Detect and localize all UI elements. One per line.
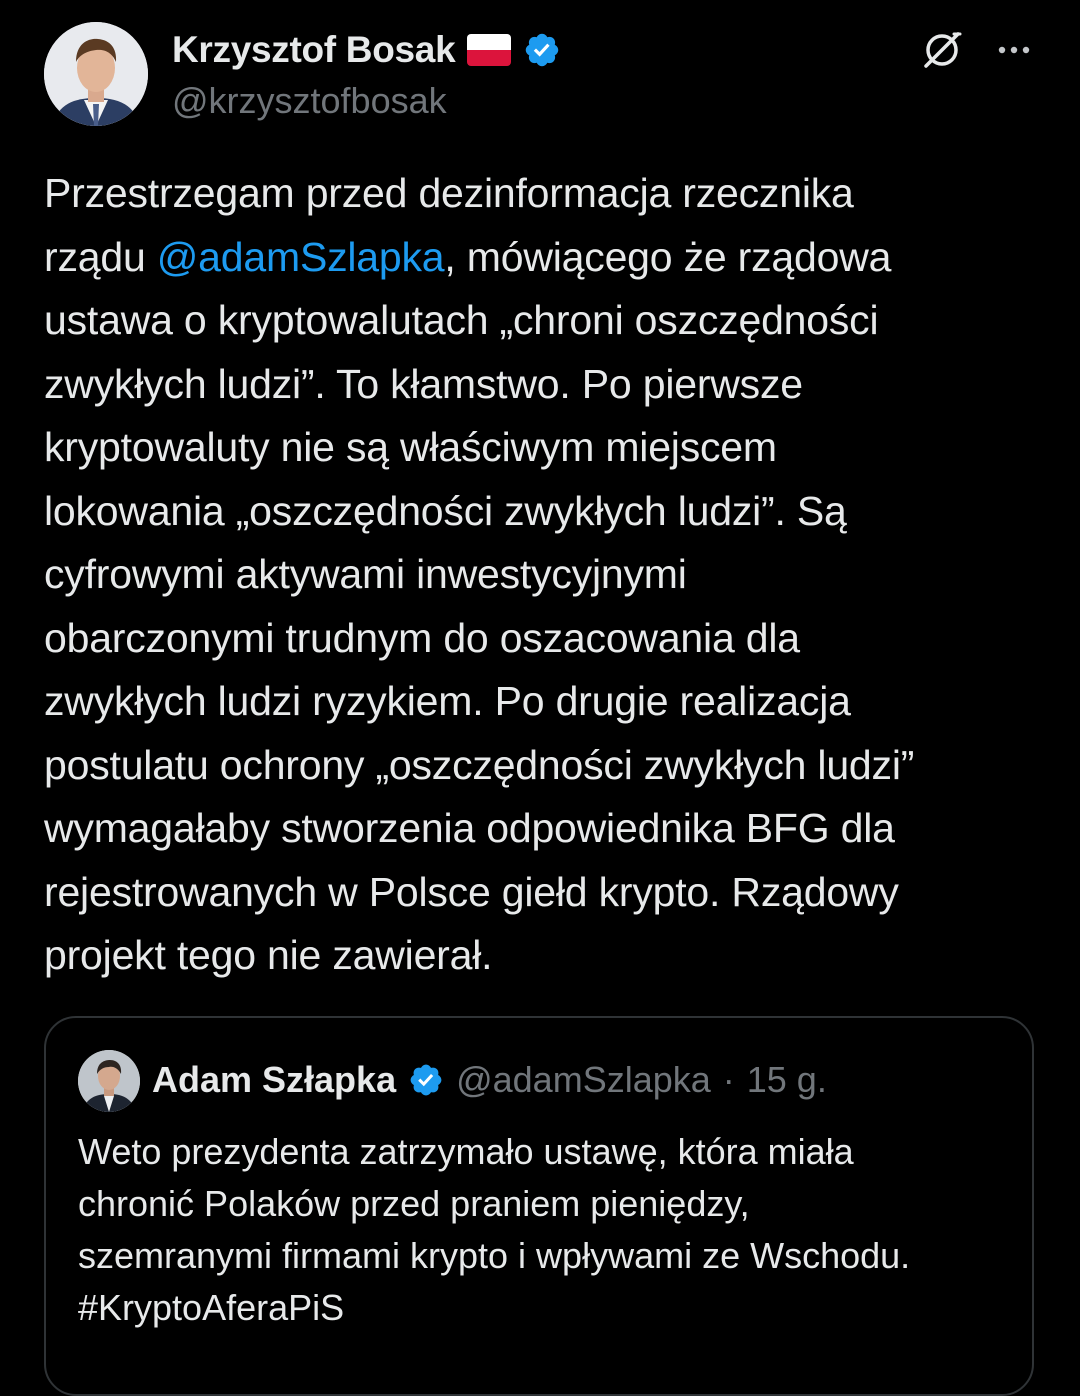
verified-badge-icon[interactable] <box>523 31 561 69</box>
post-text-line: lokowania „oszczędności zwykłych ludzi”.… <box>44 487 847 534</box>
quoted-text-line: chronić Polaków przed praniem pieniędzy, <box>78 1183 750 1224</box>
post-text-line: ustawa o kryptowalutach „chroni oszczędn… <box>44 297 879 343</box>
separator-dot: · <box>722 1059 735 1100</box>
poland-flag-icon <box>467 34 512 66</box>
author-handle[interactable]: @krzysztofbosak <box>172 80 447 122</box>
post-text-line: rządu @adamSzlapka, mówiącego że rządowa <box>44 226 1054 290</box>
verified-badge-icon[interactable] <box>408 1062 444 1098</box>
mention-link[interactable]: @adamSzlapka <box>157 234 445 280</box>
more-horizontal-icon[interactable] <box>992 28 1036 72</box>
post-text-line: projekt tego nie zawierał. <box>44 932 493 978</box>
post-text-line: obarczonymi trudnym do oszacowania dla <box>44 614 800 661</box>
quoted-post-text: Weto prezydenta zatrzymało ustawę, która… <box>78 1126 1018 1334</box>
post-text-line: Przestrzegam przed dezinformacja rzeczni… <box>44 170 854 216</box>
hashtag-link[interactable]: #KryptoAferaPiS <box>78 1282 1018 1334</box>
author-display-name[interactable]: Krzysztof Bosak <box>172 29 456 71</box>
quoted-author-avatar[interactable] <box>78 1050 140 1112</box>
post-text-segment: , mówiącego że rządowa <box>444 233 892 280</box>
post-text-line: postulatu ochrony „oszczędności zwykłych… <box>44 741 915 788</box>
post-text-line: zwykłych ludzi”. To kłamstwo. Po pierwsz… <box>44 360 803 407</box>
quoted-author-name[interactable]: Adam Szłapka <box>152 1059 396 1101</box>
quoted-text-line: szemranymi firmami krypto i wpływami ze … <box>78 1235 911 1276</box>
quoted-author-handle[interactable]: @adamSzlapka <box>456 1059 711 1101</box>
quoted-post-card[interactable]: Adam Szłapka @adamSzlapka · 15 g. Weto p… <box>44 1016 1034 1396</box>
author-avatar[interactable] <box>44 22 148 126</box>
post-text-line: cyfrowymi aktywami inwestycyjnymi <box>44 551 687 597</box>
post-text-line: wymagałaby stworzenia odpowiednika BFG d… <box>44 805 895 851</box>
grok-icon[interactable] <box>920 28 964 72</box>
post-text: Przestrzegam przed dezinformacja rzeczni… <box>44 162 1054 988</box>
post-text-segment: rządu <box>44 233 157 280</box>
author-name-row: Krzysztof Bosak <box>172 28 561 72</box>
quoted-text-line: Weto prezydenta zatrzymało ustawę, która… <box>78 1131 854 1172</box>
post-text-line: zwykłych ludzi ryzykiem. Po drugie reali… <box>44 678 851 724</box>
post-header: Krzysztof Bosak @krzysztofbosak <box>44 22 1044 132</box>
post-text-line: kryptowaluty nie są właściwym miejscem <box>44 424 777 470</box>
quoted-post-timestamp[interactable]: 15 g. <box>747 1059 827 1101</box>
quoted-author-row: Adam Szłapka @adamSzlapka · 15 g. <box>152 1058 827 1102</box>
post-text-line: rejestrowanych w Polsce giełd krypto. Rz… <box>44 868 899 915</box>
